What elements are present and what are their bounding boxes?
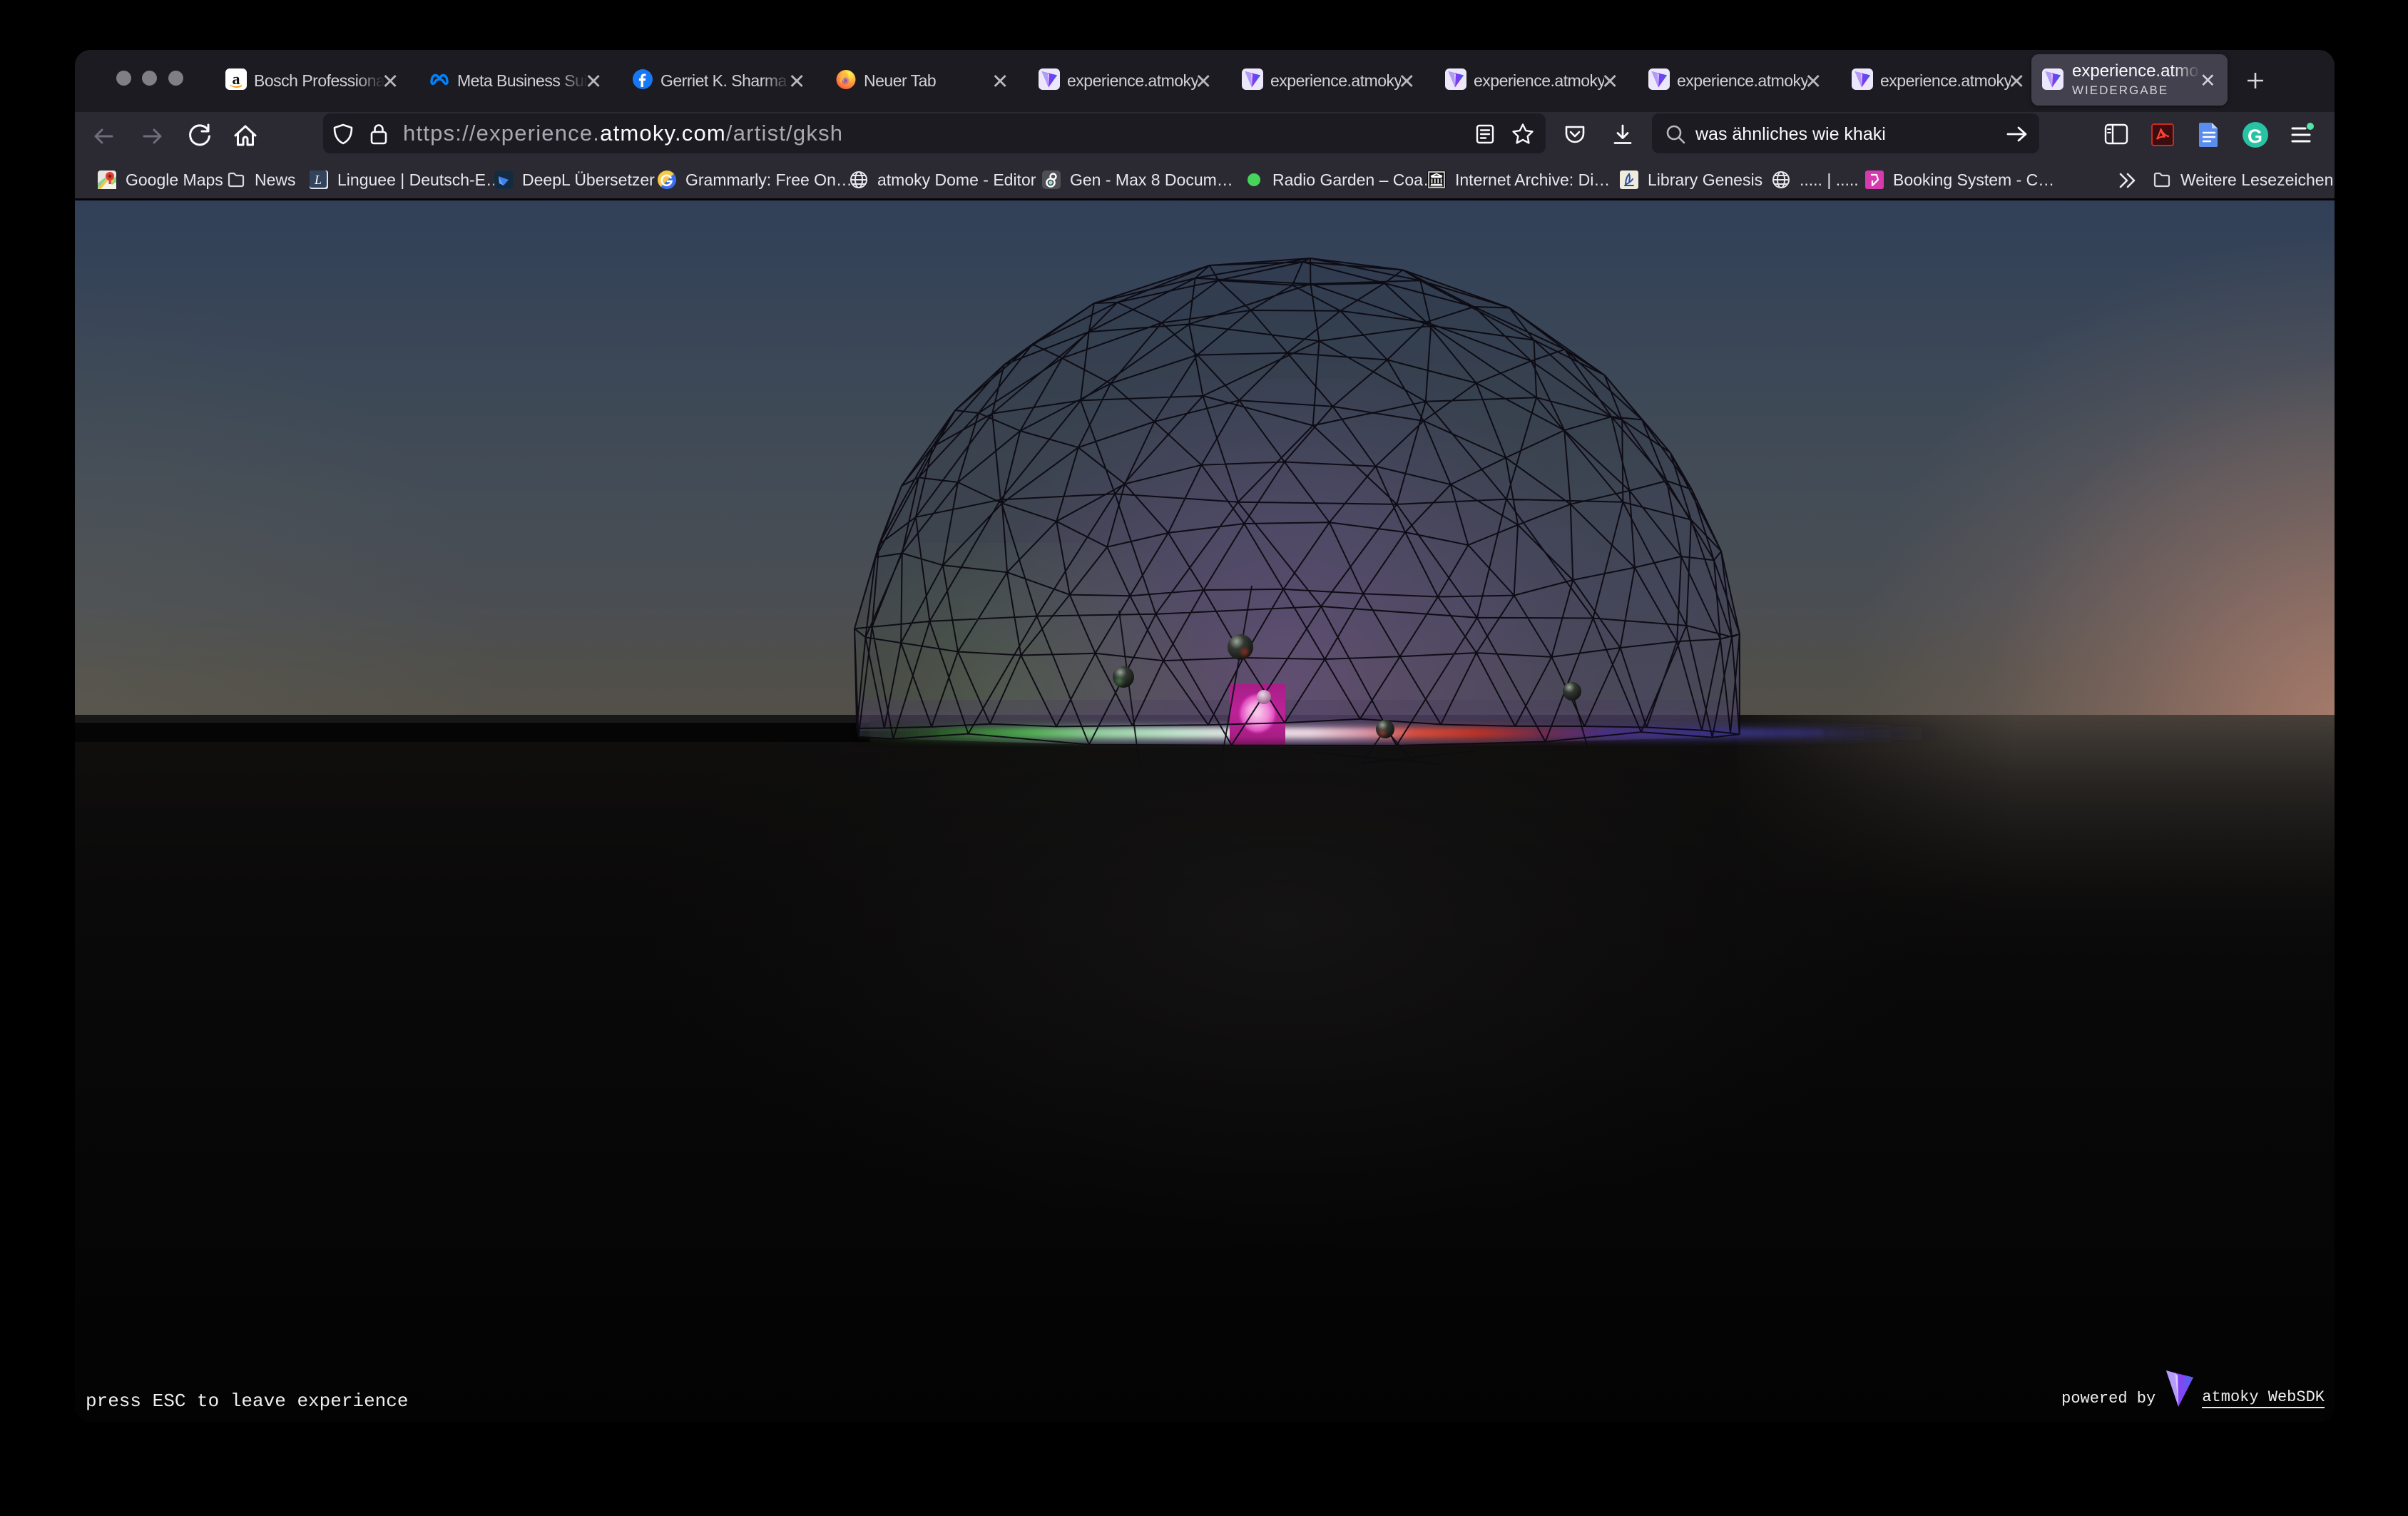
svg-text:L: L xyxy=(314,173,322,187)
svg-text:a: a xyxy=(233,70,240,88)
